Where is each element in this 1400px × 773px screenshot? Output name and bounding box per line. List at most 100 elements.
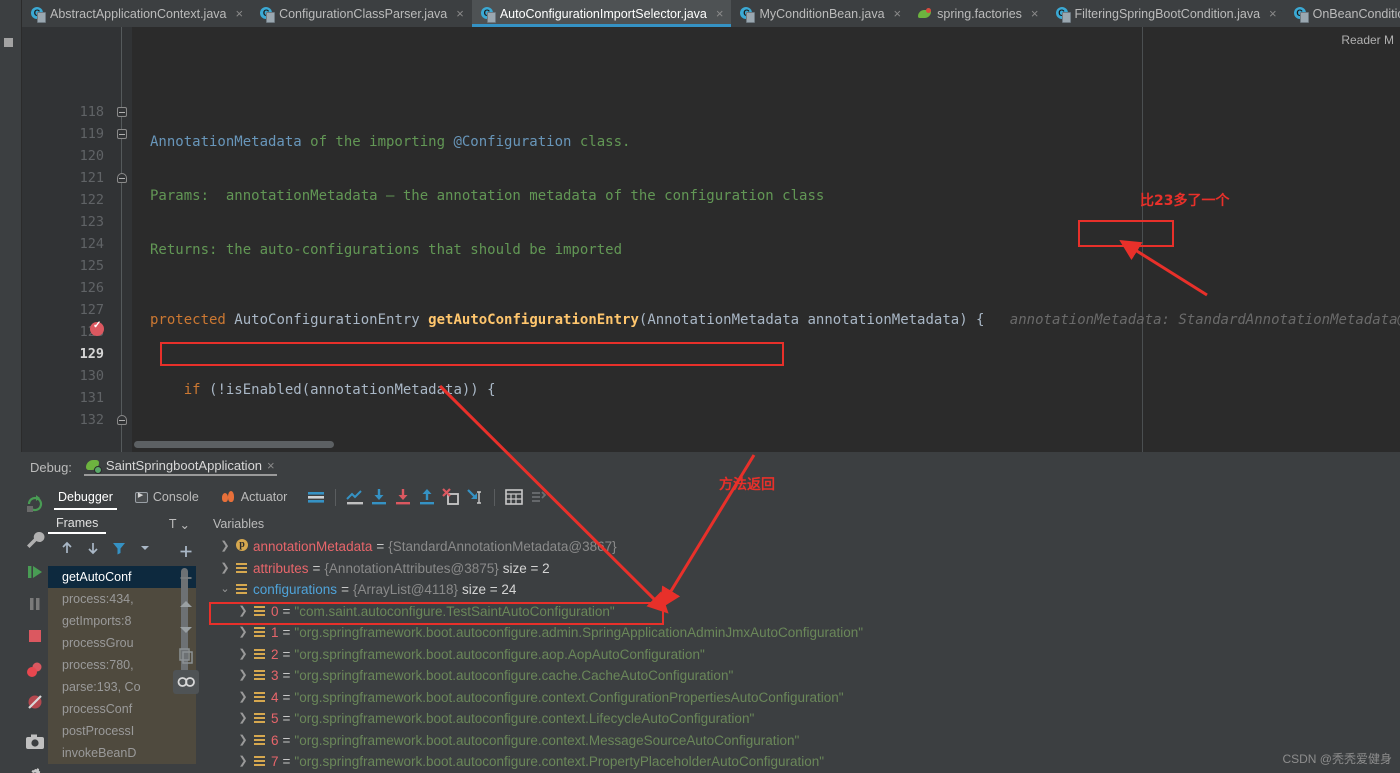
step-out-icon[interactable]: [416, 486, 438, 508]
variables-title: Variables: [205, 512, 1400, 536]
resume-program-icon[interactable]: [24, 561, 46, 588]
variable-row-index-2[interactable]: ❯ 2 = "org.springframework.boot.autoconf…: [205, 644, 1400, 666]
close-icon[interactable]: ×: [235, 7, 243, 20]
chevron-right-icon[interactable]: ❯: [237, 687, 249, 709]
editor-tab-spring-factories[interactable]: spring.factories ×: [909, 0, 1046, 27]
stop-icon[interactable]: [24, 625, 46, 652]
copy-icon[interactable]: [173, 644, 199, 668]
array-value: "org.springframework.boot.autoconfigure.…: [294, 622, 863, 644]
dropdown-icon[interactable]: [136, 539, 158, 561]
force-step-into-icon[interactable]: [440, 486, 462, 508]
editor-tab-filteringspringbootcondition[interactable]: FilteringSpringBootCondition.java ×: [1047, 0, 1285, 27]
close-icon[interactable]: ×: [894, 7, 902, 20]
wrench-icon[interactable]: [24, 529, 46, 556]
camera-icon[interactable]: [24, 731, 46, 758]
chevron-right-icon[interactable]: ❯: [219, 536, 231, 558]
chevron-right-icon[interactable]: ❯: [237, 644, 249, 666]
variable-row-index-0[interactable]: ❯ 0 = "com.saint.autoconfigure.TestSaint…: [205, 601, 1400, 623]
evaluate-expression-icon[interactable]: [503, 486, 525, 508]
variable-row-index-7[interactable]: ❯ 7 = "org.springframework.boot.autoconf…: [205, 751, 1400, 773]
mute-breakpoints-icon[interactable]: [527, 486, 549, 508]
settings-icon[interactable]: [24, 765, 46, 773]
chevron-down-icon[interactable]: ⌄: [219, 579, 231, 601]
java-class-icon: [1294, 7, 1308, 21]
close-icon[interactable]: ×: [456, 7, 464, 20]
console-icon: [135, 492, 148, 503]
close-icon[interactable]: ×: [716, 7, 724, 20]
pause-program-icon[interactable]: [24, 593, 46, 620]
editor-tab-configurationclassparser[interactable]: ConfigurationClassParser.java ×: [251, 0, 472, 27]
editor-tab-onbeancondition[interactable]: OnBeanConditio: [1285, 0, 1400, 27]
editor-tab-autoconfigurationimportselector[interactable]: AutoConfigurationImportSelector.java ×: [472, 0, 732, 27]
filter-icon[interactable]: [110, 539, 132, 561]
tab-console[interactable]: Console: [125, 486, 209, 508]
editor-horizontal-scrollbar[interactable]: [134, 441, 334, 448]
variable-row-configurations[interactable]: ⌄ configurations = {ArrayList@4118} size…: [205, 579, 1400, 601]
array-index: 0: [271, 601, 279, 623]
move-down-icon[interactable]: [173, 618, 199, 642]
list-icon: [253, 691, 267, 704]
variable-row-index-4[interactable]: ❯ 4 = "org.springframework.boot.autoconf…: [205, 687, 1400, 709]
down-arrow-icon[interactable]: [84, 539, 106, 561]
javadoc-line: Returns: the auto-configurations that sh…: [132, 239, 1400, 261]
move-up-icon[interactable]: [173, 592, 199, 616]
tab-label: spring.factories: [937, 7, 1022, 21]
code-line-118[interactable]: protected AutoConfigurationEntry getAuto…: [132, 309, 1400, 331]
chevron-right-icon[interactable]: ❯: [219, 558, 231, 580]
variable-row-index-1[interactable]: ❯ 1 = "org.springframework.boot.autoconf…: [205, 622, 1400, 644]
equals-sign: =: [283, 601, 291, 623]
variables-side-toolbar: [167, 512, 205, 773]
step-into-icon[interactable]: [392, 486, 414, 508]
list-icon: [253, 712, 267, 725]
fold-marker-icon[interactable]: [117, 173, 127, 183]
chevron-right-icon[interactable]: ❯: [237, 601, 249, 623]
chevron-right-icon[interactable]: ❯: [237, 751, 249, 773]
tab-actuator[interactable]: Actuator: [211, 486, 298, 508]
run-to-cursor-icon[interactable]: [464, 486, 486, 508]
step-over-icon[interactable]: [368, 486, 390, 508]
add-icon[interactable]: [173, 540, 199, 564]
rerun-icon[interactable]: [24, 493, 46, 520]
up-arrow-icon[interactable]: [58, 539, 80, 561]
editor-tab-myconditionbean[interactable]: MyConditionBean.java ×: [731, 0, 909, 27]
close-icon[interactable]: ×: [1031, 7, 1039, 20]
chevron-right-icon[interactable]: ❯: [237, 665, 249, 687]
variables-pane: Variables ❯ annotationMetadata = {Standa…: [205, 512, 1400, 773]
close-icon[interactable]: ×: [267, 458, 275, 473]
close-icon[interactable]: ×: [1269, 7, 1277, 20]
watches-icon[interactable]: [173, 670, 199, 694]
code-text-area[interactable]: AnnotationMetadata of the importing @Con…: [132, 27, 1400, 452]
editor-tab-bar: AbstractApplicationContext.java × Config…: [22, 0, 1400, 27]
chevron-right-icon[interactable]: ❯: [237, 708, 249, 730]
code-line-119[interactable]: if (!isEnabled(annotationMetadata)) {: [132, 379, 1400, 401]
variable-row-index-3[interactable]: ❯ 3 = "org.springframework.boot.autoconf…: [205, 665, 1400, 687]
variable-row-index-6[interactable]: ❯ 6 = "org.springframework.boot.autoconf…: [205, 730, 1400, 752]
fold-marker-icon[interactable]: [117, 415, 127, 425]
chevron-right-icon[interactable]: ❯: [237, 622, 249, 644]
array-value: "org.springframework.boot.autoconfigure.…: [294, 687, 843, 709]
mute-breakpoints-icon[interactable]: [24, 691, 46, 718]
variables-tree[interactable]: ❯ annotationMetadata = {StandardAnnotati…: [205, 536, 1400, 773]
code-editor[interactable]: Reader M 118 119 120 121 122 123 124 125…: [22, 27, 1400, 452]
view-breakpoints-icon[interactable]: [24, 659, 46, 686]
fold-marker-icon[interactable]: [117, 107, 127, 117]
chevron-right-icon[interactable]: ❯: [237, 730, 249, 752]
tab-label: FilteringSpringBootCondition.java: [1075, 7, 1261, 21]
layout-settings-icon[interactable]: [305, 486, 327, 508]
breakpoint-icon[interactable]: [90, 322, 104, 336]
variable-row-index-5[interactable]: ❯ 5 = "org.springframework.boot.autoconf…: [205, 708, 1400, 730]
show-execution-point-icon[interactable]: [344, 486, 366, 508]
editor-tab-abstractapplicationcontext[interactable]: AbstractApplicationContext.java ×: [22, 0, 251, 27]
variable-row-attributes[interactable]: ❯ attributes = {AnnotationAttributes@387…: [205, 558, 1400, 580]
fold-marker-icon[interactable]: [117, 129, 127, 139]
equals-sign: =: [283, 687, 291, 709]
debug-run-config-tab[interactable]: SaintSpringbootApplication ×: [80, 458, 281, 478]
annotation-note-method-return: 方法返回: [719, 474, 775, 494]
list-icon: [235, 562, 249, 575]
console-tab-label: Console: [153, 490, 199, 504]
list-icon: [253, 648, 267, 661]
minus-icon[interactable]: [173, 566, 199, 590]
variable-row-annotationmetadata[interactable]: ❯ annotationMetadata = {StandardAnnotati…: [205, 536, 1400, 558]
variable-size: size = 24: [462, 579, 516, 601]
tab-debugger[interactable]: Debugger: [48, 486, 123, 508]
